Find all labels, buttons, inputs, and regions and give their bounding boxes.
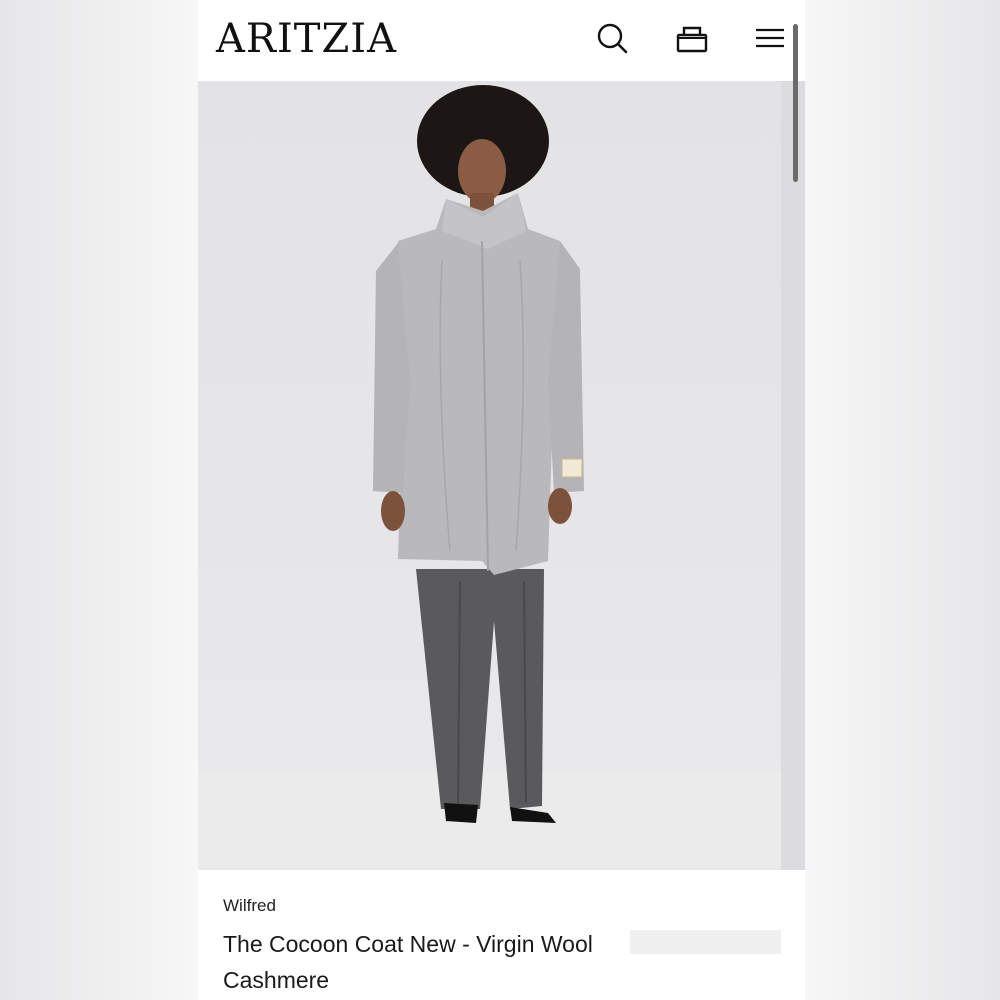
price-placeholder [630,930,781,954]
product-name[interactable]: The Cocoon Coat New - Virgin Wool Cashme… [223,926,603,998]
product-image[interactable] [198,81,781,870]
product-info: Wilfred The Cocoon Coat New - Virgin Woo… [198,870,805,1000]
scrollbar-thumb[interactable] [793,24,798,182]
menu-icon [756,28,784,48]
shopping-bag-button[interactable] [672,18,712,58]
mobile-page: ARITZIA Wilfred The Cocoon Coat New - Vi… [198,0,805,1000]
scrollbar[interactable] [792,24,799,870]
search-button[interactable] [594,18,634,58]
product-brand[interactable]: Wilfred [223,896,276,916]
model-illustration [198,85,781,870]
bag-icon [676,26,708,53]
site-header: ARITZIA [198,0,805,81]
brand-logo[interactable]: ARITZIA [216,14,397,64]
menu-button[interactable] [750,18,790,58]
search-icon [597,23,628,54]
